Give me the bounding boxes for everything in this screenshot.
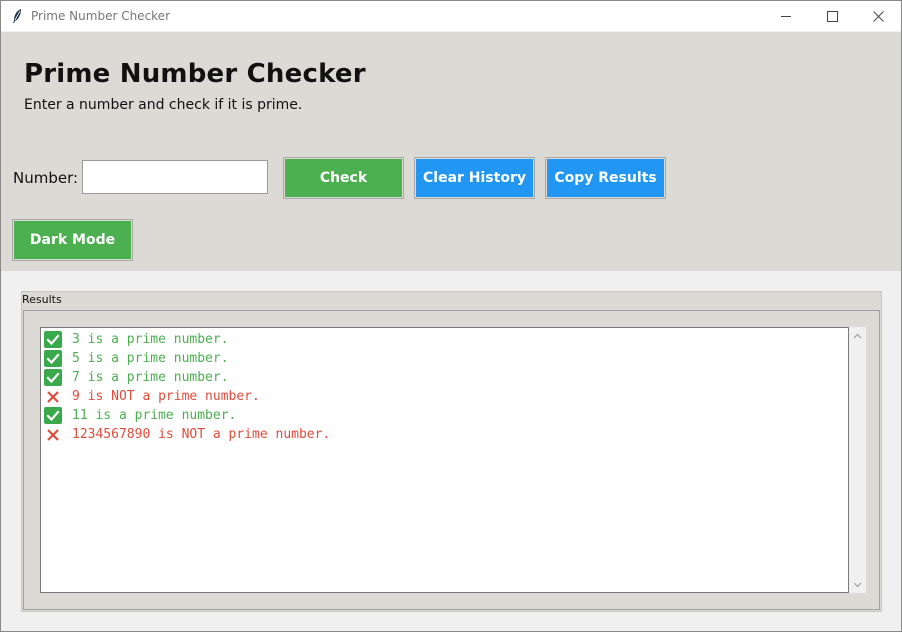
page-subtitle: Enter a number and check if it is prime. <box>24 97 303 113</box>
copy-results-button[interactable]: Copy Results <box>545 157 666 199</box>
result-row: 7 is a prime number. <box>41 368 848 387</box>
close-icon <box>872 10 884 22</box>
cross-mark-icon <box>44 426 62 443</box>
check-mark-icon <box>44 407 62 424</box>
result-text: 9 is NOT a prime number. <box>72 389 260 404</box>
check-mark-icon <box>44 331 62 348</box>
result-text: 3 is a prime number. <box>72 332 229 347</box>
maximize-icon <box>826 10 838 22</box>
result-text: 7 is a prime number. <box>72 370 229 385</box>
close-button[interactable] <box>855 1 901 31</box>
controls-panel: Prime Number Checker Enter a number and … <box>1 32 901 271</box>
result-row: 1234567890 is NOT a prime number. <box>41 425 848 444</box>
dark-mode-button[interactable]: Dark Mode <box>12 219 133 261</box>
result-row: 3 is a prime number. <box>41 330 848 349</box>
minimize-icon <box>780 15 791 17</box>
number-label: Number: <box>13 169 79 187</box>
window-title: Prime Number Checker <box>31 9 171 23</box>
results-frame: Results 3 is a prime number. 5 is a prime… <box>21 291 882 612</box>
number-input[interactable] <box>82 160 268 194</box>
feather-icon <box>9 8 25 24</box>
check-mark-icon <box>44 350 62 367</box>
minimize-button[interactable] <box>763 1 809 31</box>
result-text: 11 is a prime number. <box>72 408 237 423</box>
result-row: 5 is a prime number. <box>41 349 848 368</box>
results-label: Results <box>22 293 62 306</box>
result-row: 11 is a prime number. <box>41 406 848 425</box>
check-mark-icon <box>44 369 62 386</box>
cross-mark-icon <box>44 388 62 405</box>
page-title: Prime Number Checker <box>24 59 366 89</box>
app-window: Prime Number Checker Prime Number Checke… <box>0 0 902 632</box>
clear-history-button[interactable]: Clear History <box>414 157 535 199</box>
check-button[interactable]: Check <box>283 157 404 199</box>
result-text: 1234567890 is NOT a prime number. <box>72 427 331 442</box>
maximize-button[interactable] <box>809 1 855 31</box>
result-text: 5 is a prime number. <box>72 351 229 366</box>
title-bar[interactable]: Prime Number Checker <box>1 1 901 31</box>
results-panel: 3 is a prime number. 5 is a prime number.… <box>23 310 880 610</box>
results-text-area[interactable]: 3 is a prime number. 5 is a prime number.… <box>40 327 849 593</box>
result-row: 9 is NOT a prime number. <box>41 387 848 406</box>
window-controls <box>763 1 901 31</box>
vertical-scrollbar[interactable] <box>849 327 866 593</box>
scroll-up-arrow-icon[interactable] <box>849 327 866 344</box>
scroll-down-arrow-icon[interactable] <box>849 576 866 593</box>
